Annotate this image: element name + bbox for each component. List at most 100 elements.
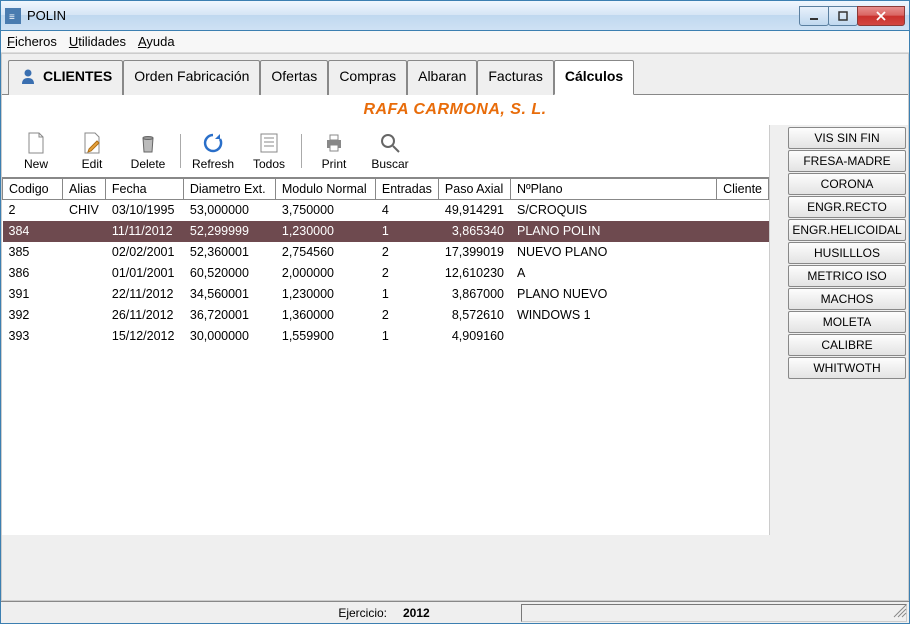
table-row[interactable]: 38411/11/201252,2999991,23000013,865340P… bbox=[3, 221, 769, 242]
buscar-button[interactable]: Buscar bbox=[362, 129, 418, 173]
table-row[interactable]: 2CHIV03/10/199553,0000003,750000449,9142… bbox=[3, 200, 769, 221]
tab-albaran[interactable]: Albaran bbox=[407, 60, 477, 95]
tool-label: Edit bbox=[82, 157, 103, 171]
refresh-button[interactable]: Refresh bbox=[185, 129, 241, 173]
cell-entradas: 2 bbox=[375, 263, 438, 284]
col-alias[interactable]: Alias bbox=[63, 179, 106, 200]
cell-diam: 60,520000 bbox=[183, 263, 275, 284]
rail-button[interactable]: MOLETA bbox=[788, 311, 906, 333]
status-spacer bbox=[521, 604, 907, 622]
cell-diam: 36,720001 bbox=[183, 305, 275, 326]
cell-entradas: 1 bbox=[375, 284, 438, 305]
tab-label: Albaran bbox=[418, 68, 466, 84]
cell-cliente bbox=[717, 284, 769, 305]
new-button[interactable]: New bbox=[8, 129, 64, 173]
data-grid[interactable]: Codigo Alias Fecha Diametro Ext. Modulo … bbox=[2, 178, 769, 347]
table-row[interactable]: 38601/01/200160,5200002,000000212,610230… bbox=[3, 263, 769, 284]
tool-label: Buscar bbox=[371, 157, 408, 171]
tool-label: Delete bbox=[131, 157, 166, 171]
cell-fecha: 15/12/2012 bbox=[105, 326, 183, 347]
rail-button[interactable]: ENGR.HELICOIDAL bbox=[788, 219, 906, 241]
col-cliente[interactable]: Cliente bbox=[717, 179, 769, 200]
tab-label: Compras bbox=[339, 68, 396, 84]
delete-button[interactable]: Delete bbox=[120, 129, 176, 173]
cell-fecha: 02/02/2001 bbox=[105, 242, 183, 263]
rail-button[interactable]: CORONA bbox=[788, 173, 906, 195]
person-icon bbox=[19, 67, 37, 85]
cell-alias bbox=[63, 242, 106, 263]
menu-utilidades[interactable]: Utilidades bbox=[69, 34, 126, 49]
tab-compras[interactable]: Compras bbox=[328, 60, 407, 95]
window-title: POLIN bbox=[27, 8, 800, 23]
main-grid-area: New Edit Delete Refresh bbox=[2, 125, 908, 535]
company-title: RAFA CARMONA, S. L. bbox=[2, 95, 908, 125]
minimize-button[interactable] bbox=[799, 6, 829, 26]
cell-cliente bbox=[717, 305, 769, 326]
table-row[interactable]: 38502/02/200152,3600012,754560217,399019… bbox=[3, 242, 769, 263]
cell-plano: A bbox=[511, 263, 717, 284]
menubar: Ficheros Utilidades Ayuda bbox=[1, 31, 909, 53]
tab-bar: CLIENTES Orden Fabricación Ofertas Compr… bbox=[2, 54, 908, 95]
cell-codigo: 2 bbox=[3, 200, 63, 221]
table-row[interactable]: 39122/11/201234,5600011,23000013,867000P… bbox=[3, 284, 769, 305]
menu-ayuda[interactable]: Ayuda bbox=[138, 34, 175, 49]
cell-fecha: 03/10/1995 bbox=[105, 200, 183, 221]
rail-button[interactable]: HUSILLLOS bbox=[788, 242, 906, 264]
col-fecha[interactable]: Fecha bbox=[105, 179, 183, 200]
cell-entradas: 2 bbox=[375, 305, 438, 326]
cell-alias bbox=[63, 221, 106, 242]
new-doc-icon bbox=[24, 131, 48, 155]
tab-facturas[interactable]: Facturas bbox=[477, 60, 553, 95]
col-paso[interactable]: Paso Axial bbox=[438, 179, 510, 200]
cell-entradas: 4 bbox=[375, 200, 438, 221]
col-diam[interactable]: Diametro Ext. bbox=[183, 179, 275, 200]
tab-orden-fabricacion[interactable]: Orden Fabricación bbox=[123, 60, 260, 95]
cell-entradas: 1 bbox=[375, 326, 438, 347]
edit-icon bbox=[80, 131, 104, 155]
rail-button[interactable]: ENGR.RECTO bbox=[788, 196, 906, 218]
cell-cliente bbox=[717, 242, 769, 263]
rail-button[interactable]: CALIBRE bbox=[788, 334, 906, 356]
cell-plano: PLANO NUEVO bbox=[511, 284, 717, 305]
cell-fecha: 22/11/2012 bbox=[105, 284, 183, 305]
vertical-scrollbar[interactable] bbox=[769, 125, 786, 535]
col-plano[interactable]: NºPlano bbox=[511, 179, 717, 200]
edit-button[interactable]: Edit bbox=[64, 129, 120, 173]
cell-modulo: 1,360000 bbox=[275, 305, 375, 326]
rail-button[interactable]: MACHOS bbox=[788, 288, 906, 310]
cell-diam: 34,560001 bbox=[183, 284, 275, 305]
tab-calculos[interactable]: Cálculos bbox=[554, 60, 634, 95]
tab-clientes[interactable]: CLIENTES bbox=[8, 60, 123, 95]
close-button[interactable] bbox=[857, 6, 905, 26]
titlebar: ≡ POLIN bbox=[1, 1, 909, 31]
todos-button[interactable]: Todos bbox=[241, 129, 297, 173]
app-window: ≡ POLIN Ficheros Utilidades Ayuda CLIENT… bbox=[0, 0, 910, 624]
rail-button[interactable]: METRICO ISO bbox=[788, 265, 906, 287]
maximize-button[interactable] bbox=[828, 6, 858, 26]
cell-fecha: 11/11/2012 bbox=[105, 221, 183, 242]
cell-fecha: 26/11/2012 bbox=[105, 305, 183, 326]
tab-ofertas[interactable]: Ofertas bbox=[260, 60, 328, 95]
tab-label: Orden Fabricación bbox=[134, 68, 249, 84]
cell-plano: PLANO POLIN bbox=[511, 221, 717, 242]
cell-diam: 30,000000 bbox=[183, 326, 275, 347]
cell-plano: NUEVO PLANO bbox=[511, 242, 717, 263]
cell-modulo: 1,230000 bbox=[275, 221, 375, 242]
resize-grip-icon[interactable] bbox=[893, 604, 907, 621]
col-modulo[interactable]: Modulo Normal bbox=[275, 179, 375, 200]
cell-codigo: 392 bbox=[3, 305, 63, 326]
col-codigo[interactable]: Codigo bbox=[3, 179, 63, 200]
rail-button[interactable]: VIS SIN FIN bbox=[788, 127, 906, 149]
print-button[interactable]: Print bbox=[306, 129, 362, 173]
tab-label: CLIENTES bbox=[43, 68, 112, 84]
table-row[interactable]: 39315/12/201230,0000001,55990014,909160 bbox=[3, 326, 769, 347]
rail-button[interactable]: FRESA-MADRE bbox=[788, 150, 906, 172]
menu-ficheros[interactable]: Ficheros bbox=[7, 34, 57, 49]
category-rail: VIS SIN FINFRESA-MADRECORONAENGR.RECTOEN… bbox=[786, 125, 908, 535]
rail-button[interactable]: WHITWOTH bbox=[788, 357, 906, 379]
cell-fecha: 01/01/2001 bbox=[105, 263, 183, 284]
table-row[interactable]: 39226/11/201236,7200011,36000028,572610W… bbox=[3, 305, 769, 326]
cell-codigo: 391 bbox=[3, 284, 63, 305]
main-column: New Edit Delete Refresh bbox=[2, 125, 769, 535]
col-entradas[interactable]: Entradas bbox=[375, 179, 438, 200]
